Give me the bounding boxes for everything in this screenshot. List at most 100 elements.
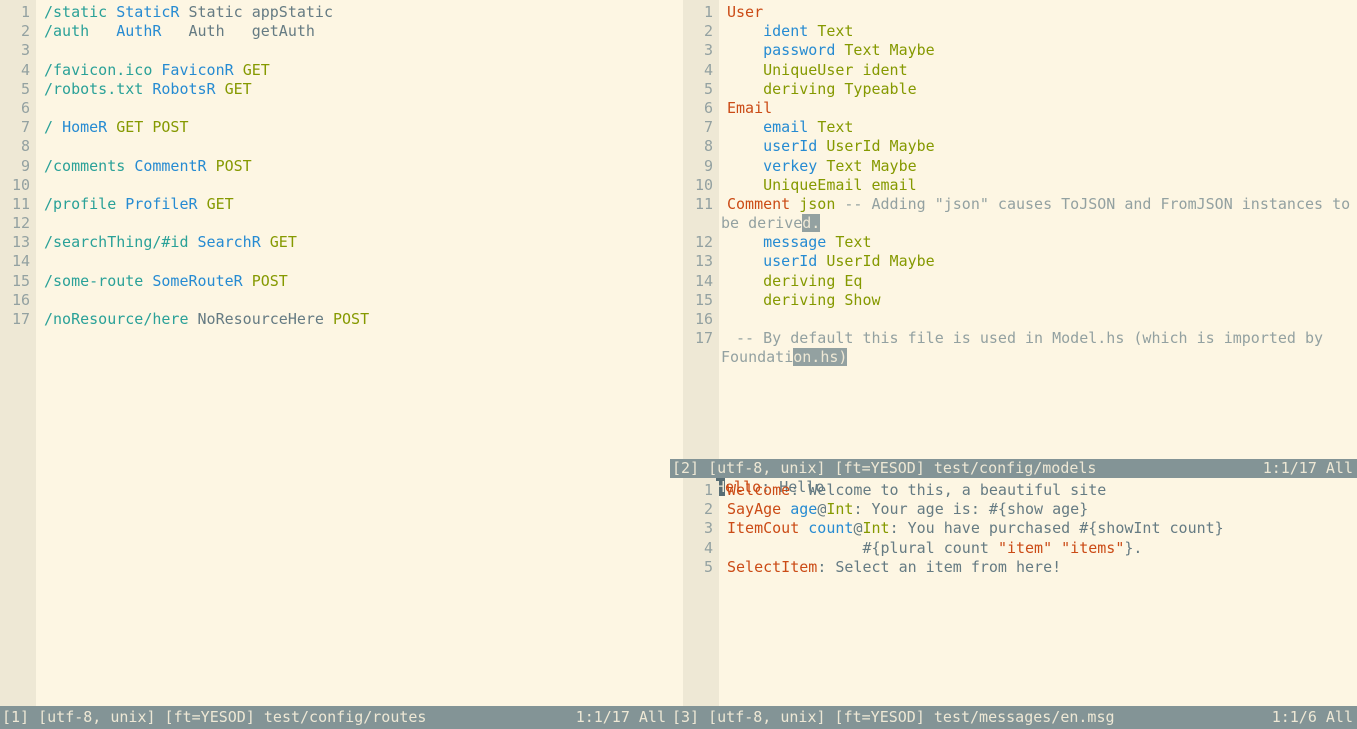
routes-code-lines[interactable]: 1/static StaticR Static appStatic 2/auth …: [0, 0, 670, 330]
code-line[interactable]: 3 ItemCout count@Int: You have purchased …: [683, 519, 1357, 539]
code-line[interactable]: 1 Welcome: Welcome to this, a beautiful s…: [683, 481, 1357, 501]
line-number: 8: [683, 137, 719, 157]
code-line[interactable]: 5/robots.txt RobotsR GET: [0, 79, 670, 99]
code-line[interactable]: 5 SelectItem: Select an item from here!: [683, 557, 1357, 577]
code-line[interactable]: 10 UniqueEmail email: [683, 175, 1357, 195]
code-token: deriving Show: [763, 290, 881, 309]
line-number: 5: [0, 79, 36, 99]
code-line[interactable]: 9/comments CommentR POST: [0, 156, 670, 176]
code-line[interactable]: 11 Comment json -- Adding "json" causes T…: [683, 194, 1357, 215]
line-number: 1: [683, 3, 719, 23]
code-token: GET: [242, 60, 270, 79]
code-line[interactable]: 17/noResource/here NoResourceHere POST: [0, 310, 670, 330]
code-token: SomeRouteR: [152, 271, 252, 290]
code-token: -- By default this file is used in Model…: [727, 329, 1324, 348]
code-token: #{show age}: [988, 500, 1089, 519]
code-line[interactable]: 8 userId UserId Maybe: [683, 137, 1357, 157]
code-line[interactable]: 14 deriving Eq: [683, 271, 1357, 291]
code-line[interactable]: 2 SayAge age@Int: Your age is: #{show age…: [683, 500, 1357, 520]
statusline-models-left: [2] [utf-8, unix] [ft=YESOD] test/config…: [672, 459, 1097, 477]
line-number: 6: [0, 98, 36, 119]
code-token: age: [790, 500, 818, 519]
editor-window-routes[interactable]: 1/static StaticR Static appStatic 2/auth …: [0, 0, 670, 706]
code-line[interactable]: 3: [0, 41, 670, 61]
code-line[interactable]: 1/static StaticR Static appStatic: [0, 3, 670, 23]
code-line[interactable]: 11/profile ProfileR GET: [0, 194, 670, 215]
code-text: UniqueUser ident: [719, 61, 908, 79]
filler-tilde: ~: [0, 617, 670, 636]
messages-code-lines[interactable]: 1 Welcome: Welcome to this, a beautiful s…: [683, 478, 1357, 577]
code-token: }.: [1124, 538, 1143, 557]
filler-tilde: ~: [683, 444, 1357, 459]
code-token: deriving Eq: [763, 271, 863, 290]
code-token: verkey: [763, 156, 827, 175]
statusline-models[interactable]: [2] [utf-8, unix] [ft=YESOD] test/config…: [670, 459, 1357, 478]
code-line[interactable]: 4 #{plural count "item" "items"}.: [683, 538, 1357, 558]
code-token: userId: [763, 137, 827, 156]
editor-window-models[interactable]: 1 User 2 ident Text 3 password Text Maybe 4 …: [683, 0, 1357, 459]
code-line[interactable]: 13/searchThing/#id SearchR GET: [0, 233, 670, 253]
line-number: 15: [0, 271, 36, 291]
code-token: User: [727, 3, 764, 21]
code-text: Welcome: Welcome to this, a beautiful si…: [719, 481, 1106, 499]
code-token: count: [808, 519, 854, 538]
code-line[interactable]: 10: [0, 175, 670, 195]
code-line[interactable]: 4/favicon.ico FaviconR GET: [0, 60, 670, 80]
code-line[interactable]: 8: [0, 137, 670, 157]
code-line[interactable]: 9 verkey Text Maybe: [683, 156, 1357, 176]
line-number: 2: [683, 22, 719, 42]
code-line[interactable]: 4 UniqueUser ident: [683, 60, 1357, 80]
code-line[interactable]: 12: [0, 214, 670, 234]
code-token: :: [790, 481, 809, 499]
code-line[interactable]: 7/ HomeR GET POST: [0, 118, 670, 138]
line-number: 14: [0, 252, 36, 272]
code-line[interactable]: 17 -- By default this file is used in Mo…: [683, 329, 1357, 349]
code-line[interactable]: 6: [0, 98, 670, 119]
code-line[interactable]: 7 email Text: [683, 118, 1357, 138]
code-line[interactable]: 16: [0, 290, 670, 311]
filler-tilde: ~: [0, 598, 670, 617]
code-line[interactable]: 14: [0, 252, 670, 272]
code-line-wrap[interactable]: be derived.: [683, 214, 1357, 234]
line-number: 9: [0, 156, 36, 176]
code-text: userId UserId Maybe: [719, 137, 935, 155]
code-text: /some-route SomeRouteR POST: [36, 272, 288, 290]
code-line[interactable]: 13 userId UserId Maybe: [683, 252, 1357, 272]
line-number: 7: [683, 118, 719, 138]
code-token-highlight: be derive: [721, 214, 803, 233]
models-code-lines[interactable]: 1 User 2 ident Text 3 password Text Maybe 4 …: [683, 0, 1357, 368]
code-text: verkey Text Maybe: [719, 157, 917, 175]
code-line[interactable]: 16: [683, 310, 1357, 330]
code-line[interactable]: 3 password Text Maybe: [683, 41, 1357, 61]
line-number: 16: [0, 290, 36, 311]
statusline-routes[interactable]: [1] [utf-8, unix] [ft=YESOD] test/config…: [0, 706, 670, 729]
code-text: password Text Maybe: [719, 41, 935, 59]
code-token-highlight: d.: [802, 214, 821, 233]
code-line[interactable]: 2 ident Text: [683, 22, 1357, 42]
code-line[interactable]: 1 User: [683, 3, 1357, 23]
statusline-messages[interactable]: [3] [utf-8, unix] [ft=YESOD] test/messag…: [670, 706, 1357, 729]
code-line[interactable]: 12 message Text: [683, 233, 1357, 253]
code-line[interactable]: 5 deriving Typeable: [683, 79, 1357, 99]
line-number: 17: [683, 329, 719, 349]
line-number: 10: [0, 175, 36, 195]
filler-tilde: ~: [0, 694, 670, 706]
code-line[interactable]: 2/auth AuthR Auth getAuth: [0, 22, 670, 42]
editor-window-messages[interactable]: 1 Welcome: Welcome to this, a beautiful s…: [683, 478, 1357, 706]
code-line[interactable]: 15 deriving Show: [683, 290, 1357, 311]
code-token: ProfileR: [125, 194, 207, 213]
code-token: Static appStatic: [188, 3, 334, 21]
code-token: -- Adding "json" causes ToJSON and FromJ…: [844, 194, 1351, 213]
filler-tilde: ~: [683, 635, 1357, 654]
line-number: 8: [0, 137, 36, 157]
code-line[interactable]: 6 Email: [683, 98, 1357, 119]
code-line[interactable]: 15/some-route SomeRouteR POST: [0, 271, 670, 291]
filler-tilde: ~: [683, 596, 1357, 615]
code-line-wrap[interactable]: Foundation.hs): [683, 348, 1357, 368]
code-token: Welcome to this, a beautiful site: [808, 481, 1107, 499]
line-number: 15: [683, 290, 719, 311]
filler-tilde: ~: [0, 387, 670, 406]
